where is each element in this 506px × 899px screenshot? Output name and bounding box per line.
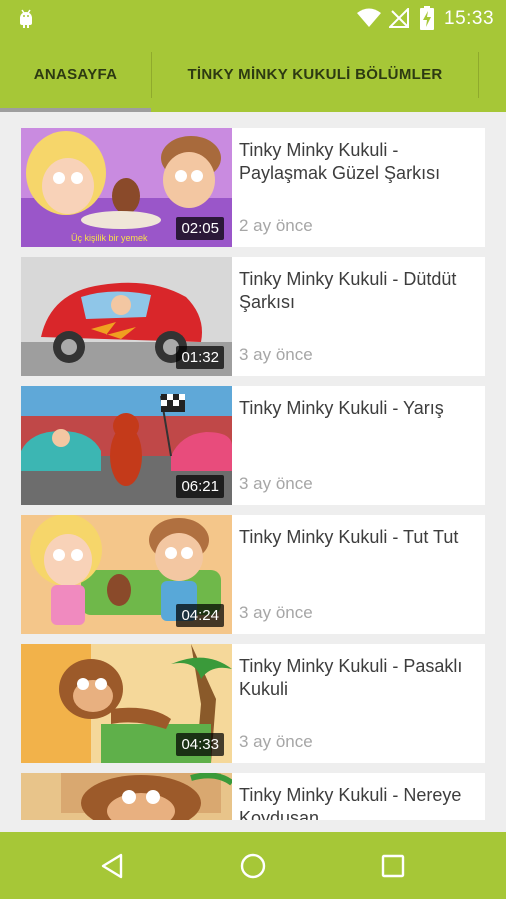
video-card[interactable]: Üç kişilik bir yemek 02:05 Tinky Minky K… xyxy=(21,128,485,247)
status-clock: 15:33 xyxy=(444,8,495,29)
video-title[interactable]: Tinky Minky Kukuli - Nereye Koydusan xyxy=(239,784,479,820)
video-title[interactable]: Tinky Minky Kukuli - Pasaklı Kukuli xyxy=(239,655,479,701)
video-title[interactable]: Tinky Minky Kukuli - Yarış xyxy=(239,397,479,420)
video-age: 3 ay önce xyxy=(239,474,313,493)
video-thumbnail[interactable]: 04:24 xyxy=(21,515,232,634)
video-title[interactable]: Tinky Minky Kukuli - Tut Tut xyxy=(239,526,479,549)
video-list[interactable]: Üç kişilik bir yemek 02:05 Tinky Minky K… xyxy=(0,112,506,820)
video-thumbnail[interactable]: 04:33 xyxy=(21,644,232,763)
tab-home[interactable]: ANASAYFA xyxy=(0,36,151,112)
back-button[interactable] xyxy=(94,848,130,884)
video-card[interactable]: 01:32 Tinky Minky Kukuli - Dütdüt Şarkıs… xyxy=(21,257,485,376)
home-icon xyxy=(240,853,266,879)
tab-episodes[interactable]: TİNKY MİNKY KUKULİ BÖLÜMLER xyxy=(152,36,478,112)
status-bar: 15:33 xyxy=(0,0,506,36)
video-age: 3 ay önce xyxy=(239,603,313,622)
battery-charging-icon xyxy=(420,6,434,30)
back-icon xyxy=(101,853,123,879)
no-signal-icon xyxy=(389,8,409,28)
video-card[interactable]: 04:24 Tinky Minky Kukuli - Tut Tut 3 ay … xyxy=(21,515,485,634)
video-duration: 04:33 xyxy=(176,733,224,756)
navigation-bar xyxy=(0,832,506,899)
video-age: 3 ay önce xyxy=(239,345,313,364)
video-duration: 01:32 xyxy=(176,346,224,369)
tab-bar: ANASAYFA TİNKY MİNKY KUKULİ BÖLÜMLER xyxy=(0,36,506,112)
svg-text:Üç kişilik bir yemek: Üç kişilik bir yemek xyxy=(71,233,148,243)
video-thumbnail[interactable]: Üç kişilik bir yemek 02:05 xyxy=(21,128,232,247)
video-card[interactable]: 06:21 Tinky Minky Kukuli - Yarış 3 ay ön… xyxy=(21,386,485,505)
video-thumbnail[interactable]: 01:32 xyxy=(21,257,232,376)
video-thumbnail[interactable] xyxy=(21,773,232,820)
video-age: 2 ay önce xyxy=(239,216,313,235)
video-card[interactable]: Tinky Minky Kukuli - Nereye Koydusan xyxy=(21,773,485,820)
video-title[interactable]: Tinky Minky Kukuli - Paylaşmak Güzel Şar… xyxy=(239,139,479,185)
video-duration: 06:21 xyxy=(176,475,224,498)
video-age: 3 ay önce xyxy=(239,732,313,751)
tab-more[interactable] xyxy=(479,36,506,112)
video-duration: 04:24 xyxy=(176,604,224,627)
video-card[interactable]: 04:33 Tinky Minky Kukuli - Pasaklı Kukul… xyxy=(21,644,485,763)
video-duration: 02:05 xyxy=(176,217,224,240)
home-button[interactable] xyxy=(235,848,271,884)
android-notification-icon xyxy=(20,9,32,28)
recents-icon xyxy=(381,854,405,878)
video-thumbnail[interactable]: 06:21 xyxy=(21,386,232,505)
recents-button[interactable] xyxy=(375,848,411,884)
video-title[interactable]: Tinky Minky Kukuli - Dütdüt Şarkısı xyxy=(239,268,479,314)
wifi-icon xyxy=(357,8,381,27)
